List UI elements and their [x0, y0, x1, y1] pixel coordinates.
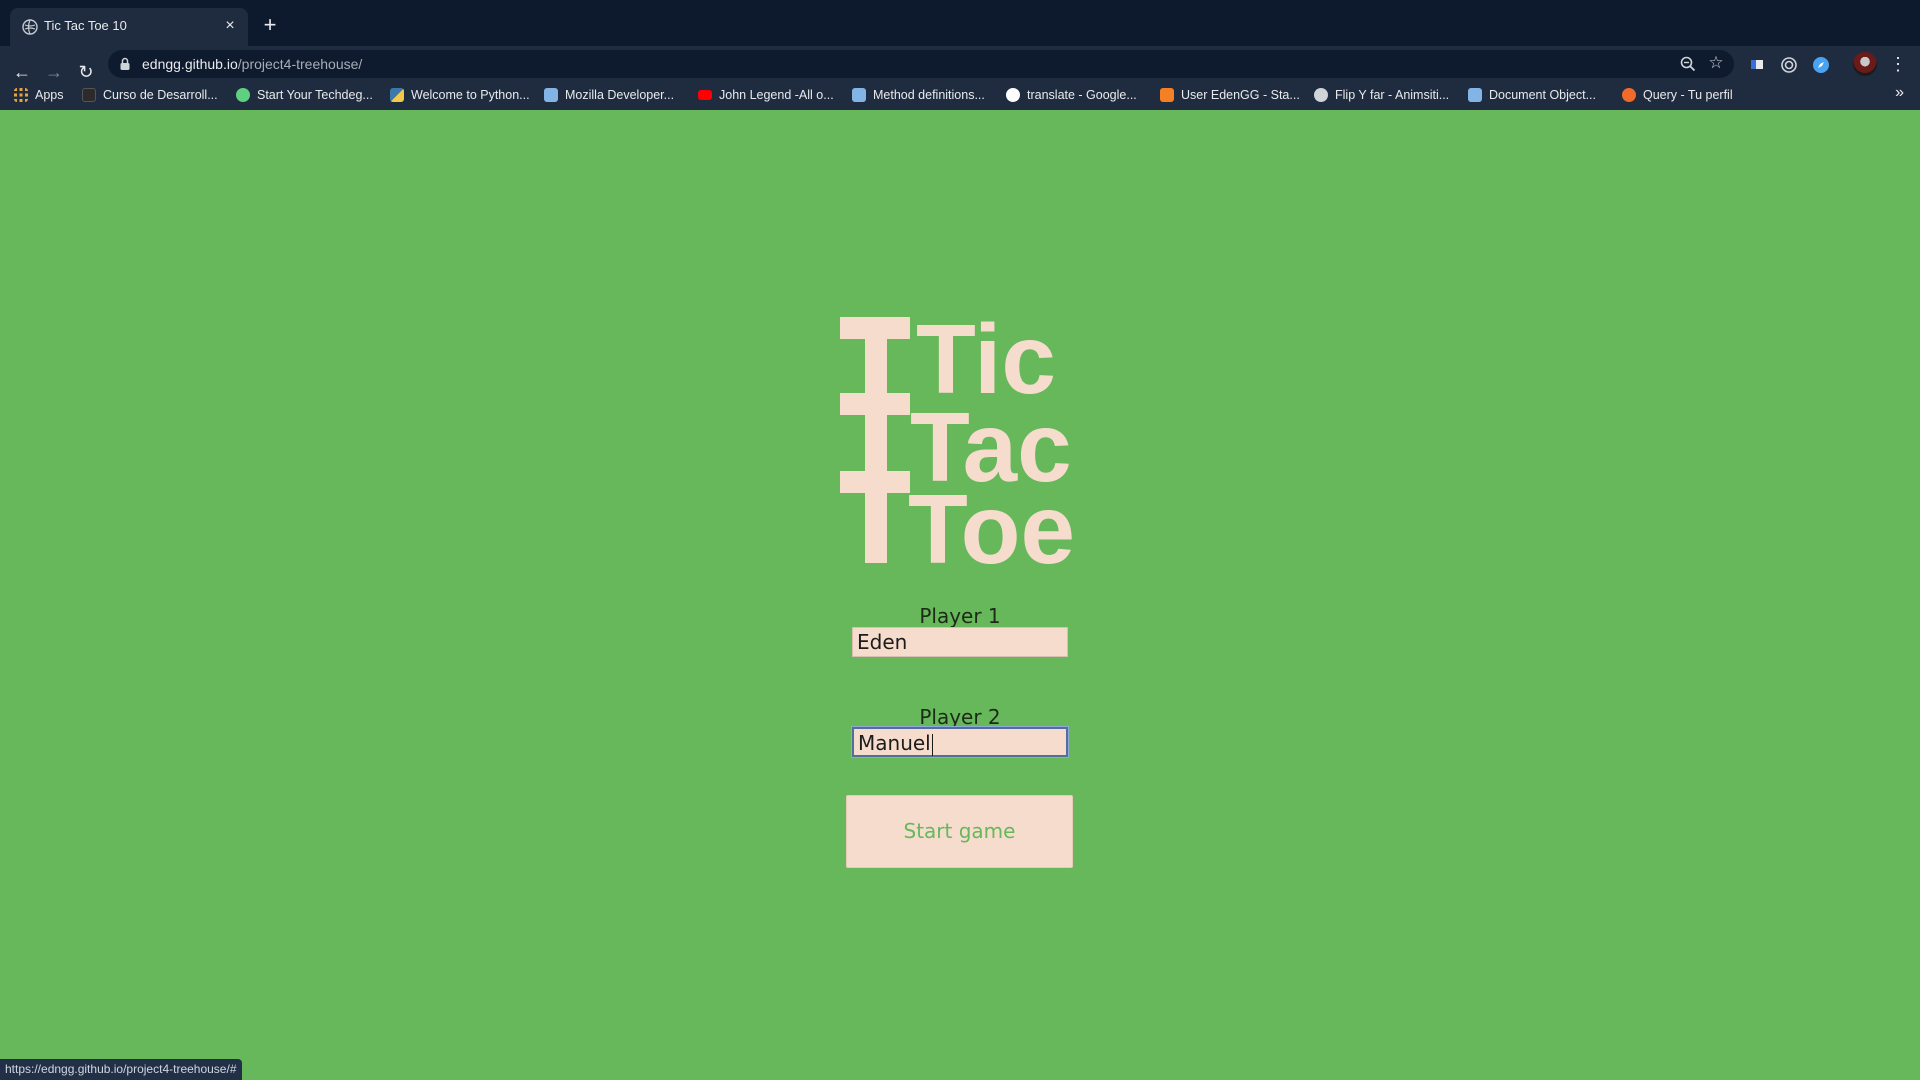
bookmark-label: Flip Y far - Animsiti...: [1335, 88, 1450, 102]
mdn-icon: [1468, 88, 1482, 102]
bookmark-translate[interactable]: translate - Google...: [1006, 85, 1137, 105]
bookmark-method-definitions[interactable]: Method definitions...: [852, 85, 985, 105]
bookmark-label: translate - Google...: [1027, 88, 1137, 102]
lock-icon: [120, 57, 130, 70]
kebab-menu-icon[interactable]: ⋮: [1888, 52, 1908, 76]
bookmark-mdn[interactable]: Mozilla Developer...: [544, 85, 674, 105]
bookmark-dom[interactable]: Document Object...: [1468, 85, 1596, 105]
bookmarks-bar: Apps Curso de Desarroll... Start Your Te…: [0, 80, 1920, 110]
player2-name-input[interactable]: Manuel: [852, 727, 1068, 757]
start-game-button[interactable]: Start game: [846, 795, 1073, 868]
globe-icon: [1314, 88, 1328, 102]
logo-word-toe: Toe: [908, 474, 1075, 584]
close-tab-icon[interactable]: ×: [220, 16, 240, 36]
bookmark-label: John Legend -All o...: [719, 88, 834, 102]
address-bar[interactable]: edngg.github.io/project4-treehouse/ ☆: [108, 50, 1734, 78]
bookmark-star-icon[interactable]: ☆: [1706, 53, 1726, 73]
text-caret: [931, 733, 933, 756]
player1-value: Eden: [857, 630, 908, 654]
bookmark-flip[interactable]: Flip Y far - Animsiti...: [1314, 85, 1449, 105]
browser-tab[interactable]: Tic Tac Toe 10 ×: [10, 8, 248, 46]
mdn-icon: [852, 88, 866, 102]
google-icon: [1006, 88, 1020, 102]
bookmark-label: Curso de Desarroll...: [103, 88, 218, 102]
bookmark-label: Query - Tu perfil: [1643, 88, 1733, 102]
bookmark-label: Mozilla Developer...: [565, 88, 675, 102]
globe-icon: [22, 19, 38, 35]
python-icon: [390, 88, 404, 102]
profile-avatar[interactable]: [1853, 52, 1877, 76]
tab-title: Tic Tac Toe 10: [44, 18, 127, 33]
bookmark-label: Method definitions...: [873, 88, 985, 102]
url-path: /project4-treehouse/: [237, 56, 363, 72]
player2-value: Manuel: [858, 731, 931, 755]
player1-label: Player 1: [919, 604, 1001, 628]
bookmark-stackoverflow[interactable]: User EdenGG - Sta...: [1160, 85, 1300, 105]
game-start-screen: Tic Tac Toe Player 1 Eden Player 2 Manue…: [0, 110, 1920, 1080]
tab-strip: Tic Tac Toe 10 × +: [0, 0, 1920, 46]
tic-tac-toe-logo: Tic Tac Toe: [840, 305, 1075, 584]
player2-label: Player 2: [919, 705, 1001, 729]
bookmark-techdegree[interactable]: Start Your Techdeg...: [236, 85, 373, 105]
bookmark-query[interactable]: Query - Tu perfil: [1622, 85, 1733, 105]
youtube-icon: [698, 90, 712, 100]
extension-flag-icon[interactable]: [1746, 54, 1768, 76]
bookmark-label: Document Object...: [1489, 88, 1596, 102]
stackoverflow-icon: [1160, 88, 1174, 102]
treehouse-icon: [236, 88, 250, 102]
bookmark-label: Apps: [35, 88, 64, 102]
url-host: edngg.github.io: [142, 56, 238, 72]
new-tab-icon[interactable]: +: [256, 12, 284, 40]
player1-name-input[interactable]: Eden: [852, 627, 1068, 657]
extension-compass-icon[interactable]: [1810, 54, 1832, 76]
zoom-icon[interactable]: [1678, 54, 1698, 74]
apps-grid-icon: [14, 88, 28, 102]
query-icon: [1622, 88, 1636, 102]
extension-target-icon[interactable]: [1778, 54, 1800, 76]
status-bar-url: https://edngg.github.io/project4-treehou…: [0, 1059, 242, 1080]
bookmark-label: Start Your Techdeg...: [257, 88, 373, 102]
bookmark-apps[interactable]: Apps: [14, 85, 64, 105]
bookmark-label: User EdenGG - Sta...: [1181, 88, 1300, 102]
mdn-icon: [544, 88, 558, 102]
course-icon: [82, 88, 96, 102]
bookmark-python[interactable]: Welcome to Python...: [390, 85, 530, 105]
browser-toolbar: ← → ↻ edngg.github.io/project4-treehouse…: [0, 46, 1920, 120]
url-text: edngg.github.io/project4-treehouse/: [142, 56, 362, 72]
bookmark-label: Welcome to Python...: [411, 88, 530, 102]
more-bookmarks-icon[interactable]: »: [1895, 84, 1904, 102]
bookmark-curso[interactable]: Curso de Desarroll...: [82, 85, 218, 105]
bookmark-youtube[interactable]: John Legend -All o...: [698, 85, 834, 105]
